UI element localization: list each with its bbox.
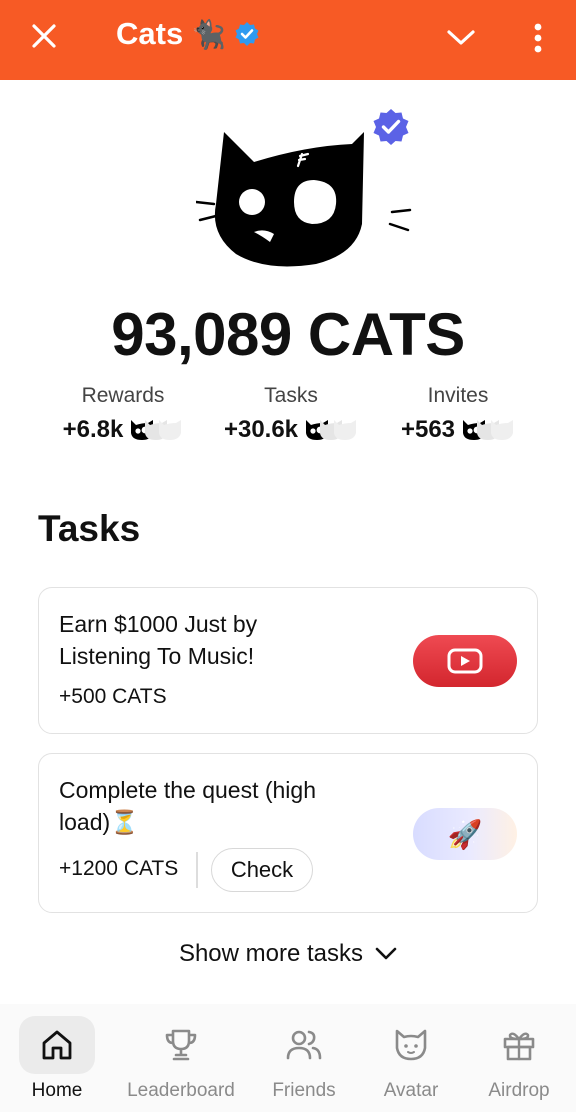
stat-value: +6.8k xyxy=(62,416,124,443)
open-task-button[interactable] xyxy=(413,635,517,687)
task-reward: +500 CATS xyxy=(59,685,167,708)
cats-balance: 93,089 CATS xyxy=(111,301,465,368)
cat-face-icon xyxy=(373,1016,449,1074)
nav-item-airdrop[interactable]: Airdrop xyxy=(480,1016,558,1108)
show-more-label: Show more tasks xyxy=(178,940,364,967)
app-title: Cats 🐈‍⬛ xyxy=(116,16,260,52)
nav-label: Airdrop xyxy=(488,1080,550,1101)
nav-item-friends[interactable]: Friends xyxy=(262,1016,346,1108)
nav-item-home[interactable]: Home xyxy=(18,1016,96,1108)
divider xyxy=(196,852,198,888)
rocket-icon: 🚀 xyxy=(447,818,483,850)
verified-badge-icon xyxy=(373,109,409,145)
verified-badge-icon xyxy=(235,22,259,46)
stat-value: +563 xyxy=(400,416,456,443)
task-title: Earn $1000 Just by Listening To Music! xyxy=(59,611,258,669)
stat-tasks: Tasks +30.6k xyxy=(212,384,370,444)
start-quest-button[interactable]: 🚀 xyxy=(413,808,517,860)
top-bar: Cats 🐈‍⬛ xyxy=(0,0,576,80)
cat-avatars-icon xyxy=(129,419,183,441)
nav-label: Leaderboard xyxy=(127,1080,235,1101)
stat-label: Tasks xyxy=(264,384,318,407)
cat-avatars-icon xyxy=(304,419,358,441)
tasks-heading: Tasks xyxy=(38,508,141,549)
task-card: Complete the quest (high load)⏳ +1200 CA… xyxy=(38,753,538,913)
chevron-down-icon[interactable] xyxy=(442,22,480,54)
cat-avatars-icon xyxy=(461,419,515,441)
task-reward: +1200 CATS xyxy=(59,857,179,880)
nav-label: Avatar xyxy=(383,1080,439,1101)
nav-item-leaderboard[interactable]: Leaderboard xyxy=(120,1016,242,1108)
stat-rewards: Rewards +6.8k xyxy=(48,384,198,444)
close-icon[interactable] xyxy=(26,18,62,54)
youtube-icon xyxy=(447,648,483,674)
stat-label: Invites xyxy=(427,384,489,407)
nav-item-avatar[interactable]: Avatar xyxy=(370,1016,452,1108)
show-more-tasks-button[interactable]: Show more tasks xyxy=(0,940,576,968)
task-card: Earn $1000 Just by Listening To Music! +… xyxy=(38,587,538,734)
check-button[interactable]: Check xyxy=(211,848,313,892)
stat-value: +30.6k xyxy=(223,416,299,443)
stats-row: Rewards +6.8k Tasks +30.6k Invites +563 xyxy=(0,384,576,454)
chevron-down-icon xyxy=(375,947,397,960)
nav-label: Friends xyxy=(272,1080,336,1101)
bottom-nav: Home Leaderboard Friends Avatar Airdrop xyxy=(0,1004,576,1112)
friends-icon xyxy=(266,1016,342,1074)
gift-icon xyxy=(481,1016,557,1074)
stat-label: Rewards xyxy=(81,384,165,407)
app-title-text: Cats xyxy=(116,16,184,51)
task-title: Complete the quest (high load)⏳ xyxy=(59,777,316,835)
nav-label: Home xyxy=(31,1080,83,1101)
stat-invites: Invites +563 xyxy=(388,384,528,444)
home-icon xyxy=(19,1016,95,1074)
black-cat-emoji: 🐈‍⬛ xyxy=(191,18,227,50)
more-options-icon[interactable] xyxy=(524,18,552,58)
trophy-icon xyxy=(143,1016,219,1074)
